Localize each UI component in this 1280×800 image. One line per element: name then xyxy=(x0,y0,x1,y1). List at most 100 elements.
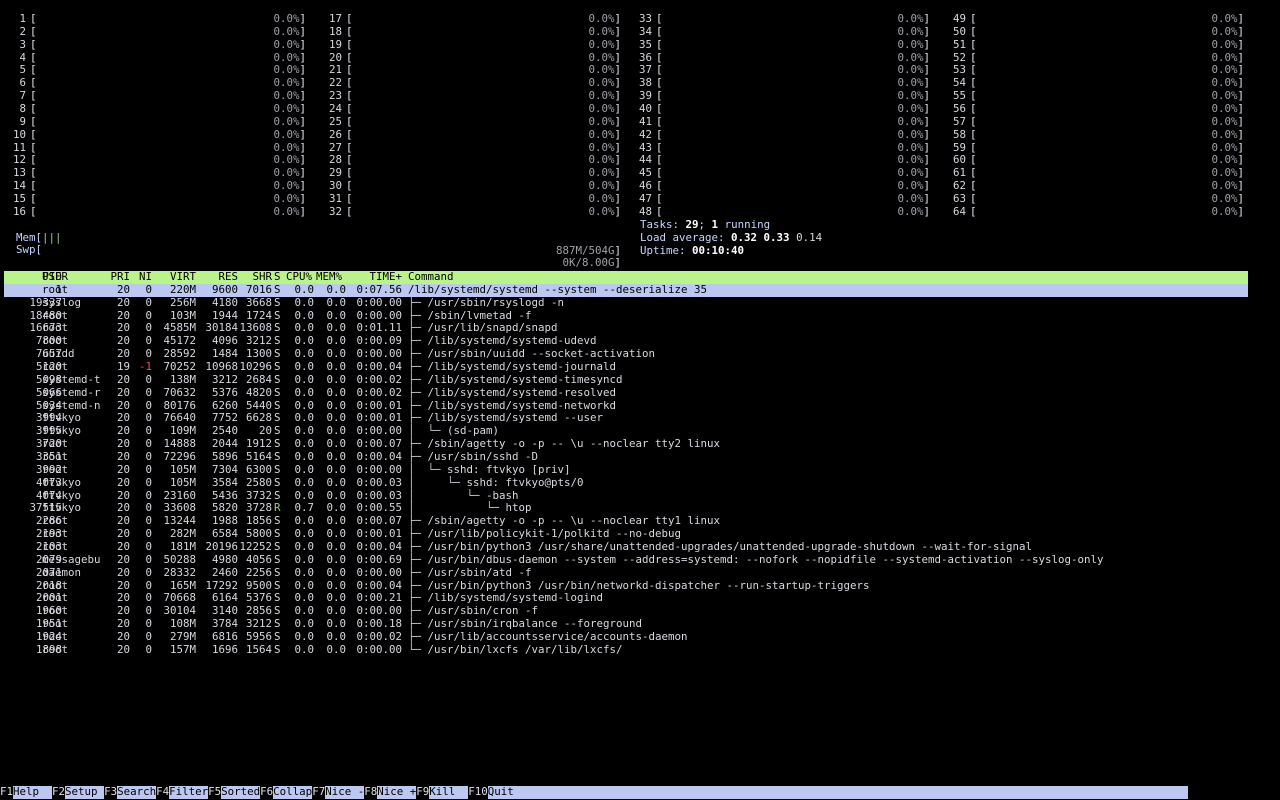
fkey-f5[interactable]: F5 xyxy=(208,785,221,799)
cpu-percent: 0.0% xyxy=(273,76,300,90)
meters-panel: 1[0.0%] 2[0.0%] 3[0.0%] 4[0.0%] 5[0.0%] 6[0.0… xyxy=(0,12,1280,269)
cpu-meter: 38[0.0%] xyxy=(626,76,930,90)
table-row[interactable]: 5098 systemd-t 20 0 138M 3212 2684 S 0.0 0.0 0:00.… xyxy=(4,372,1248,387)
fkey-label-f2[interactable]: Setup xyxy=(65,785,105,799)
cell-shr: 1564 xyxy=(245,642,272,656)
cell-command: sshd: ftvkyo@pts/0 xyxy=(466,475,584,489)
cpu-percent: 0.0% xyxy=(273,192,300,206)
fkey-f6[interactable]: F6 xyxy=(260,785,273,799)
fkey-f8[interactable]: F8 xyxy=(364,785,377,799)
table-row[interactable]: 1924 root 20 0 279M 6816 5956 S 0.0 0.0 0:00.02 ├─ … xyxy=(4,630,1248,644)
fkey-f1[interactable]: F1 xyxy=(0,785,13,799)
cpu-bar-open: [ xyxy=(30,114,37,128)
mem-value: 887M/504G xyxy=(555,243,615,257)
col-state[interactable]: S xyxy=(274,270,284,284)
cell-user: root xyxy=(42,642,69,656)
cpu-percent: 0.0% xyxy=(588,153,615,167)
cell-shr: 5164 xyxy=(245,450,272,464)
col-time[interactable]: TIME+ xyxy=(346,270,402,284)
cpu-meter: 49[0.0%] xyxy=(940,12,1244,26)
cpu-percent: 0.0% xyxy=(273,37,300,51)
table-row[interactable]: 1898 root 20 0 157M 1696 1564 S 0.0 0.0 0:00.00 └─ … xyxy=(4,642,1248,657)
cell-user: root xyxy=(42,462,69,476)
fkey-label-f6[interactable]: Collap xyxy=(273,785,313,799)
cell-command: htop xyxy=(505,501,532,515)
fkey-label-f8[interactable]: Nice + xyxy=(377,785,417,799)
cpu-meter: 14[0.0%] xyxy=(0,179,306,193)
cell-state: S xyxy=(274,450,281,464)
cpu-bar-open: [ xyxy=(656,114,663,128)
table-row[interactable]: 19337 syslog 20 0 256M 4180 3668 S 0.0 0.0 0:00.00… xyxy=(4,295,1248,310)
cell-virt: 70632 xyxy=(163,385,196,399)
cpu-number: 19 xyxy=(328,37,342,51)
cpu-meter: 6[0.0%] xyxy=(0,76,306,90)
cpu-number: 31 xyxy=(328,192,342,206)
cell-command: /lib/systemd/systemd --system --deserial… xyxy=(408,282,708,296)
cell-pri: 20 xyxy=(116,385,130,399)
fkey-label-f5[interactable]: Sorted xyxy=(221,785,261,799)
col-pri[interactable]: PRI xyxy=(100,270,130,284)
cpu-percent: 0.0% xyxy=(273,153,300,167)
cell-user: syslog xyxy=(42,295,82,309)
cpu-percent: 0.0% xyxy=(1211,76,1238,90)
cell-pri: 19 xyxy=(116,360,130,374)
fkey-label-f7[interactable]: Nice - xyxy=(325,785,365,799)
table-row[interactable]: 1 root 20 0 220M 9600 7016 S 0.0 0.0 0:07.56/lib/s… xyxy=(4,282,1248,297)
cpu-meter: 20[0.0%] xyxy=(316,51,621,65)
cpu-number: 17 xyxy=(328,12,342,25)
table-row[interactable]: 3992 root 20 0 105M 7304 6300 S 0.0 0.0 0:00.00 │ └… xyxy=(4,462,1248,477)
tasks-count: 29 xyxy=(685,217,699,231)
cell-time: 0:00.04 xyxy=(356,360,402,374)
cell-ni: -1 xyxy=(138,360,152,374)
cell-command: /lib/systemd/systemd-udevd xyxy=(427,334,597,348)
tree-branch: │ └─ xyxy=(408,501,506,515)
fkey-label-f10[interactable]: Quit xyxy=(487,785,1188,799)
fkey-label-f4[interactable]: Filter xyxy=(169,785,209,799)
cpu-number: 35 xyxy=(638,37,652,51)
table-row[interactable]: 4073 ftvkyo 20 0 105M 3584 2580 S 0.0 0.0 0:00.03 │… xyxy=(4,475,1248,490)
tree-branch: ├─ xyxy=(408,604,428,618)
fkey-label-f9[interactable]: Kill xyxy=(429,785,469,799)
cpu-percent: 0.0% xyxy=(273,179,300,193)
fkey-f2[interactable]: F2 xyxy=(52,785,65,799)
fkey-f7[interactable]: F7 xyxy=(312,785,325,799)
cell-ni: 0 xyxy=(145,295,152,309)
table-row[interactable]: 5120 root 19 -1 70252 10968 10296 S 0.0 0.0 0:00.0… xyxy=(4,360,1248,374)
col-virt[interactable]: VIRT xyxy=(154,270,196,284)
fkey-f4[interactable]: F4 xyxy=(156,785,169,799)
fkey-f9[interactable]: F9 xyxy=(416,785,429,799)
cpu-percent: 0.0% xyxy=(588,140,615,154)
fkey-label-f1[interactable]: Help xyxy=(13,785,53,799)
fkey-label-f3[interactable]: Search xyxy=(117,785,157,799)
cell-state: S xyxy=(274,360,281,374)
col-mem[interactable]: MEM% xyxy=(316,270,346,284)
col-user[interactable]: USER xyxy=(42,270,108,284)
cpu-number: 1 xyxy=(19,12,26,25)
cpu-number: 33 xyxy=(638,12,652,25)
col-ni[interactable]: NI xyxy=(130,270,152,284)
cpu-bar-open: [ xyxy=(30,204,37,218)
table-row[interactable]: 2079 messagebu 20 0 50288 4980 4056 S 0.0 0.0 0:00… xyxy=(4,553,1248,567)
cpu-bar-open: [ xyxy=(656,24,663,38)
cell-pri: 20 xyxy=(116,462,130,476)
cpu-meter: 30[0.0%] xyxy=(316,179,621,193)
cpu-bar-open: [ xyxy=(656,192,663,206)
cpu-bar-open: [ xyxy=(30,12,37,25)
cell-command: /lib/systemd/systemd-networkd xyxy=(427,398,617,412)
col-cpu[interactable]: CPU% xyxy=(286,270,314,284)
cpu-meter: 5[0.0%] xyxy=(0,64,306,77)
cell-command: /usr/bin/lxcfs /var/lib/lxcfs/ xyxy=(427,642,623,656)
cell-cpu: 0.0 xyxy=(294,475,314,489)
cpu-percent: 0.0% xyxy=(588,76,615,90)
table-row[interactable]: 3351 root 20 0 72296 5896 5164 S 0.0 0.0 0:00.04 ├─… xyxy=(4,450,1248,464)
table-row[interactable]: 5066 systemd-r 20 0 70632 5376 4820 S 0.0 0.0 0:00… xyxy=(4,385,1248,400)
cpu-percent: 0.0% xyxy=(1211,192,1238,206)
col-res[interactable]: RES xyxy=(198,270,238,284)
fkey-f10[interactable]: F10 xyxy=(468,785,488,799)
cpu-bar-open: [ xyxy=(346,102,353,116)
cell-shr: 2684 xyxy=(245,372,272,386)
fkey-f3[interactable]: F3 xyxy=(104,785,117,799)
cell-shr: 2580 xyxy=(245,475,272,489)
cpu-meter: 34[0.0%] xyxy=(626,24,930,39)
col-shr[interactable]: SHR xyxy=(236,270,272,284)
